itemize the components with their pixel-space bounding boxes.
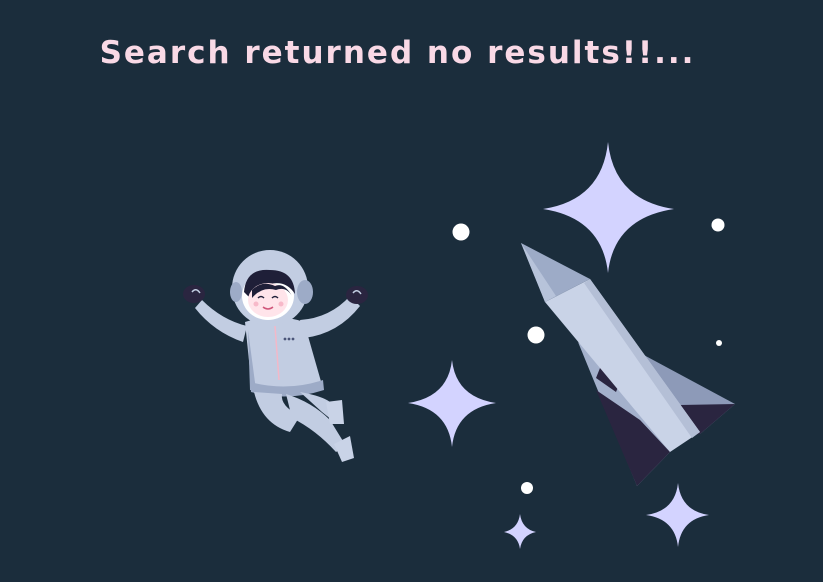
- star-dot-icon: [711, 218, 725, 232]
- rocket-icon: [521, 243, 735, 486]
- star-dot-icon: [716, 340, 722, 346]
- star-dot-icon: [521, 482, 533, 494]
- star-dot-icon: [527, 326, 545, 344]
- astronaut-icon: [183, 250, 368, 462]
- empty-state-panel: Search returned no results!!...: [0, 0, 823, 582]
- sparkle-star-icon: [408, 360, 496, 447]
- empty-state-illustration: [183, 142, 735, 549]
- sparkle-star-icon: [646, 483, 709, 547]
- sparkle-star-icon: [504, 514, 536, 549]
- sparkle-star-icon: [543, 142, 674, 273]
- star-dot-icon: [452, 223, 470, 241]
